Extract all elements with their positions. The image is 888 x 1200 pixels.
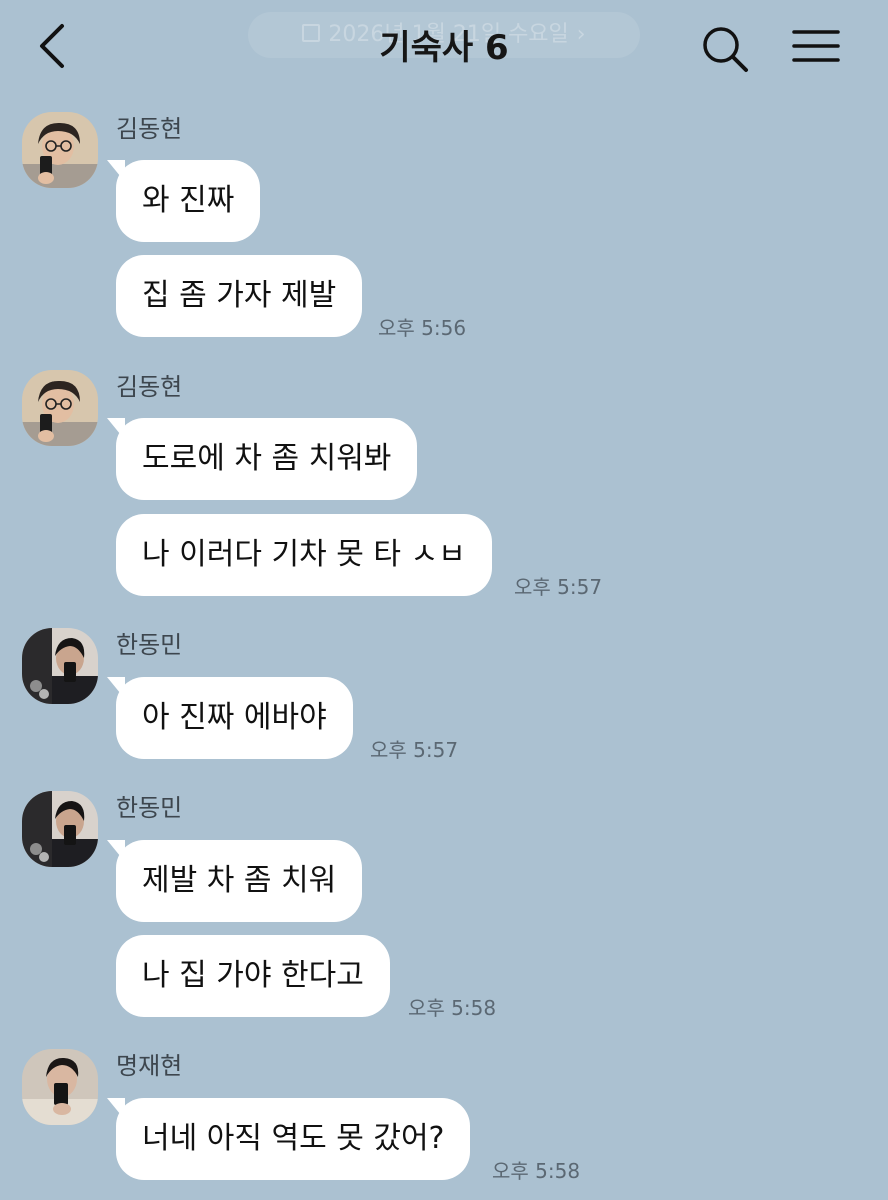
search-icon [703, 27, 748, 72]
message-bubble[interactable]: 제발 차 좀 치워 [106, 840, 363, 922]
avatar-kim-donghyun[interactable] [22, 112, 98, 188]
message-bubble[interactable]: 나 이러다 기차 못 타 ㅅㅂ [116, 514, 492, 596]
message-bubble[interactable]: 아 진짜 에바야 [107, 677, 353, 759]
chat-title[interactable]: 기숙사 6 [379, 28, 508, 68]
message-bubble[interactable]: 와 진짜 [106, 160, 261, 242]
message-bubble[interactable]: 집 좀 가자 제발 [116, 255, 363, 337]
avatar-kim-donghyun[interactable] [22, 370, 98, 446]
chat-title-container: 기숙사 6 [0, 22, 888, 74]
chat-header: 2026년 1월 21일 수요일 › 기숙사 6 [0, 0, 888, 96]
avatar-myung-jaehyun[interactable] [22, 1049, 98, 1125]
back-button[interactable] [30, 22, 78, 70]
avatar-han-dongmin[interactable] [22, 628, 98, 704]
calendar-icon [302, 24, 321, 42]
message-bubble[interactable]: 너네 아직 역도 못 갔어? [106, 1098, 471, 1180]
sender-name: 명재현 [116, 1052, 183, 1080]
avatar-han-dongmin[interactable] [22, 791, 98, 867]
message-bubble[interactable]: 나 집 가야 한다고 [116, 935, 390, 1017]
hamburger-menu-icon [792, 30, 840, 62]
message-timestamp: 오후 5:56 [378, 316, 467, 340]
sender-name: 김동현 [116, 373, 183, 401]
chevron-right-icon: › [576, 22, 586, 47]
sender-name: 한동민 [116, 631, 183, 659]
chevron-left-icon [40, 24, 64, 68]
message-timestamp: 오후 5:58 [492, 1159, 581, 1183]
message-timestamp: 오후 5:58 [408, 996, 497, 1020]
message-timestamp: 오후 5:57 [514, 575, 603, 599]
menu-button[interactable] [790, 24, 842, 72]
message-bubble[interactable]: 도로에 차 좀 치워봐 [106, 418, 418, 500]
message-timestamp: 오후 5:57 [370, 738, 459, 762]
search-button[interactable] [700, 24, 752, 76]
sender-name: 김동현 [116, 115, 183, 143]
sender-name: 한동민 [116, 794, 183, 822]
